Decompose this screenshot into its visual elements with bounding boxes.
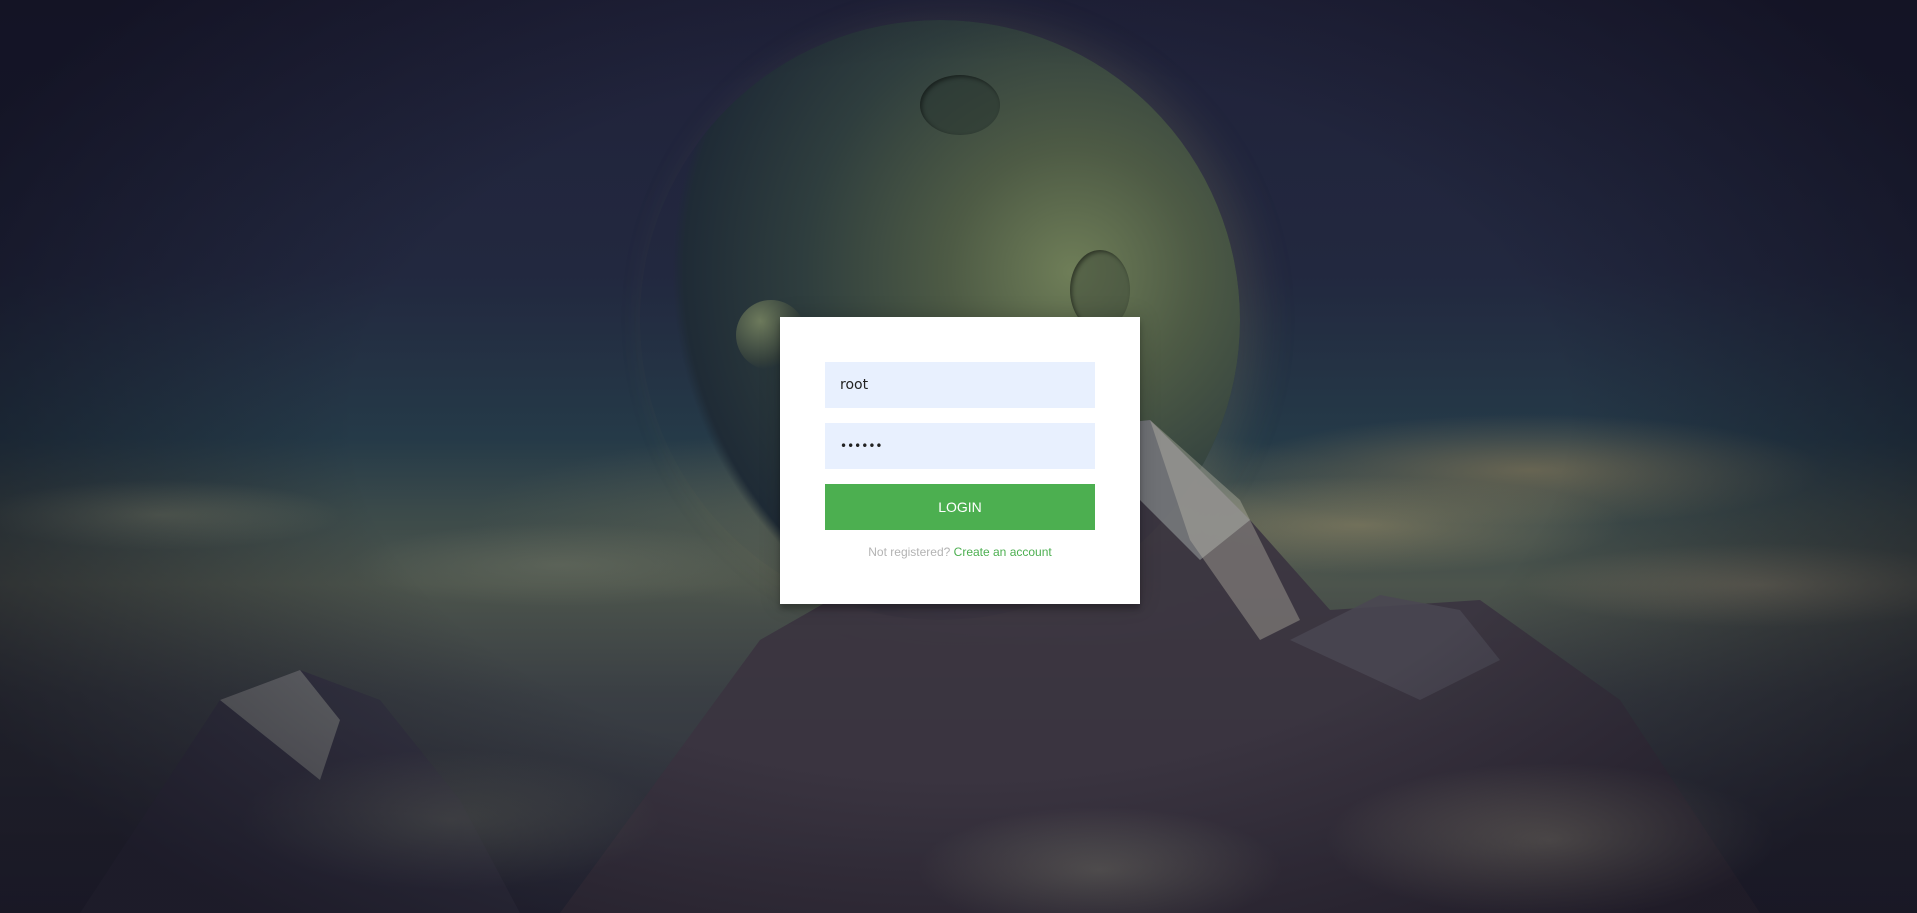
register-message: Not registered? Create an account [780, 545, 1140, 559]
password-input[interactable]: •••••• [825, 423, 1095, 469]
create-account-link[interactable]: Create an account [954, 545, 1052, 559]
username-value: root [840, 377, 869, 393]
username-input[interactable]: root [825, 362, 1095, 408]
login-card: root •••••• LOGIN Not registered? Create… [780, 317, 1140, 604]
password-value: •••••• [840, 439, 883, 453]
login-button-label: LOGIN [938, 499, 982, 515]
login-button[interactable]: LOGIN [825, 484, 1095, 530]
register-prompt: Not registered? [868, 545, 951, 559]
